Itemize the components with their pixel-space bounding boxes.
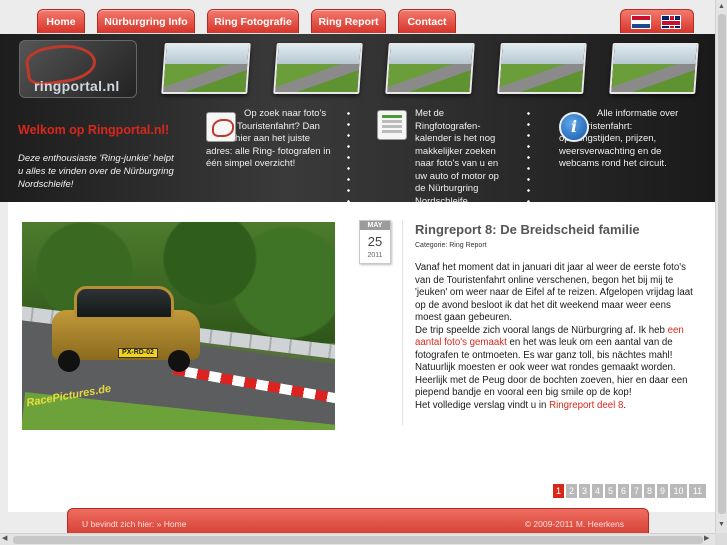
page-5[interactable]: 5 bbox=[605, 484, 616, 498]
nav-ring-fotografie[interactable]: Ring Fotografie bbox=[207, 9, 299, 33]
post-category[interactable]: Categorie: Ring Report bbox=[415, 242, 487, 249]
post-paragraph: Vanaf het moment dat in januari dit jaar… bbox=[415, 262, 693, 323]
page-11[interactable]: 11 bbox=[689, 484, 706, 498]
header-photo-2 bbox=[273, 43, 363, 94]
page-3[interactable]: 3 bbox=[579, 484, 590, 498]
page-7[interactable]: 7 bbox=[631, 484, 642, 498]
post-title[interactable]: Ringreport 8: De Breidscheid familie bbox=[415, 222, 640, 237]
page-1[interactable]: 1 bbox=[553, 484, 564, 498]
car-image: PX-RD-02 bbox=[52, 280, 202, 372]
scroll-right-icon[interactable]: ▶ bbox=[704, 534, 709, 544]
post-paragraph: De trip speelde zich vooral langs de Nür… bbox=[415, 324, 688, 399]
post-date-year: 2011 bbox=[367, 252, 383, 259]
header-photo-1 bbox=[161, 43, 251, 94]
page-10[interactable]: 10 bbox=[670, 484, 687, 498]
post-photo[interactable]: PX-RD-02 RacePictures.de bbox=[22, 222, 335, 430]
main-content: PX-RD-02 RacePictures.de MAY 25 2011 Rin… bbox=[8, 202, 715, 512]
nav-ring-report[interactable]: Ring Report bbox=[311, 9, 386, 33]
post-body: Vanaf het moment dat in januari dit jaar… bbox=[415, 262, 697, 412]
feature-info[interactable]: i Alle informatie over de Touristenfahrt… bbox=[559, 108, 685, 171]
uk-flag-icon[interactable] bbox=[661, 15, 681, 29]
breadcrumb[interactable]: U bevindt zich hier: » Home bbox=[82, 519, 186, 529]
vertical-scrollbar[interactable]: ▲ ▼ bbox=[715, 0, 727, 533]
welcome-heading: Welkom op Ringportal.nl! bbox=[18, 123, 170, 137]
copyright: © 2009-2011 M. Heerkens bbox=[524, 519, 624, 529]
scroll-up-icon[interactable]: ▲ bbox=[718, 2, 725, 12]
header-photo-3 bbox=[385, 43, 475, 94]
scrollbar-corner bbox=[715, 533, 727, 545]
license-plate: PX-RD-02 bbox=[118, 348, 158, 358]
scroll-left-icon[interactable]: ◀ bbox=[2, 534, 7, 544]
language-switcher bbox=[620, 9, 694, 33]
header-photo-4 bbox=[497, 43, 587, 94]
info-icon: i bbox=[559, 112, 589, 142]
post-date: MAY 25 2011 bbox=[359, 220, 391, 264]
header-photo-5 bbox=[609, 43, 699, 94]
intro-text: Deze enthousiaste 'Ring-junkie' helpt u … bbox=[18, 153, 174, 190]
nav-home[interactable]: Home bbox=[37, 9, 85, 33]
page-9[interactable]: 9 bbox=[657, 484, 668, 498]
site-logo[interactable]: ringportal.nl bbox=[19, 40, 137, 98]
track-map-icon bbox=[206, 112, 236, 142]
nav-nurburgring-info[interactable]: Nürburgring Info bbox=[97, 9, 195, 33]
logo-text: ringportal.nl bbox=[34, 78, 120, 94]
calendar-icon bbox=[377, 110, 407, 140]
page-8[interactable]: 8 bbox=[644, 484, 655, 498]
post-paragraph: Het volledige verslag vindt u in Ringrep… bbox=[415, 399, 627, 411]
divider bbox=[402, 220, 403, 425]
feature-fotos[interactable]: Op zoek naar foto's van de Touristenfahr… bbox=[206, 108, 338, 171]
post-date-day: 25 bbox=[367, 234, 383, 249]
post-date-month: MAY bbox=[360, 221, 390, 230]
vertical-scroll-thumb[interactable] bbox=[718, 14, 726, 514]
scroll-down-icon[interactable]: ▼ bbox=[718, 520, 725, 530]
page-6[interactable]: 6 bbox=[618, 484, 629, 498]
site-header: ringportal.nl Welkom op Ringportal.nl! D… bbox=[0, 34, 715, 218]
horizontal-scrollbar[interactable]: ◀ ▶ bbox=[0, 533, 715, 545]
horizontal-scroll-thumb[interactable] bbox=[13, 536, 703, 544]
pagination: 1 2 3 4 5 6 7 8 9 10 11 bbox=[553, 484, 706, 498]
feature-kalender[interactable]: Met de Ringfotografen- kalender is het n… bbox=[377, 108, 511, 208]
ringreport-link[interactable]: Ringreport deel 8 bbox=[549, 400, 623, 411]
nl-flag-icon[interactable] bbox=[631, 15, 651, 29]
top-navigation: Home Nürburgring Info Ring Fotografie Ri… bbox=[0, 0, 715, 34]
nav-contact[interactable]: Contact bbox=[398, 9, 456, 33]
page-2[interactable]: 2 bbox=[566, 484, 577, 498]
page-4[interactable]: 4 bbox=[592, 484, 603, 498]
